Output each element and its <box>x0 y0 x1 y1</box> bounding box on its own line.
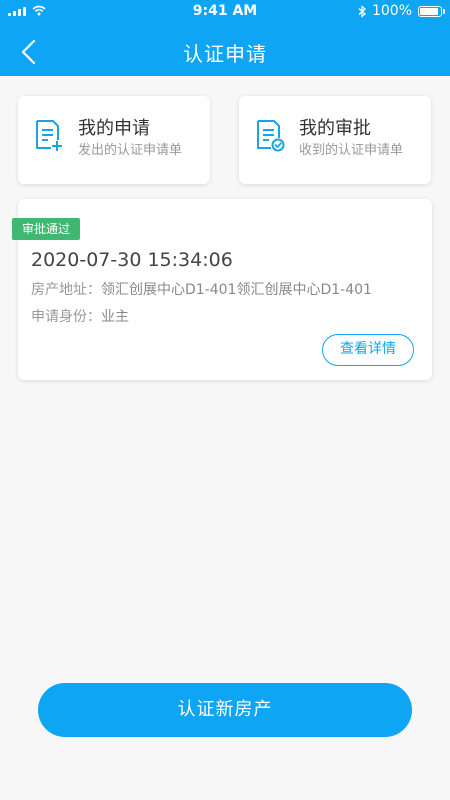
document-check-icon <box>257 120 285 152</box>
my-applications-card[interactable]: 我的申请 发出的认证申请单 <box>18 96 210 184</box>
identity-label: 申请身份： <box>31 309 101 325</box>
page-title: 认证申请 <box>183 42 267 66</box>
my-approvals-card[interactable]: 我的审批 收到的认证申请单 <box>239 96 431 184</box>
identity-value: 业主 <box>101 309 129 325</box>
view-details-button[interactable]: 查看详情 <box>322 334 414 366</box>
entry-subtitle: 收到的认证申请单 <box>299 143 404 158</box>
bluetooth-icon <box>358 4 366 18</box>
entry-title: 我的申请 <box>78 118 150 139</box>
record-datetime: 2020-07-30 15:34:06 <box>31 249 233 271</box>
address-label: 房产地址： <box>31 282 101 298</box>
document-add-icon <box>36 120 62 151</box>
app-header: 9:41 AM 100% 认证申请 <box>0 0 450 76</box>
battery-percentage: 100% <box>371 3 412 19</box>
status-bar: 9:41 AM 100% <box>0 0 450 24</box>
entry-title: 我的审批 <box>299 118 371 139</box>
entry-subtitle: 发出的认证申请单 <box>78 143 183 158</box>
status-badge: 审批通过 <box>12 218 81 240</box>
application-record-card[interactable]: 审批通过 2020-07-30 15:34:06 房产地址：领汇创展中心D1-4… <box>12 199 432 380</box>
address-value: 领汇创展中心D1-401领汇创展中心D1-401 <box>101 282 372 298</box>
certify-new-property-button[interactable]: 认证新房产 <box>38 683 412 737</box>
applicant-identity: 申请身份：业主 <box>31 306 423 326</box>
status-right: 100% <box>358 3 445 19</box>
battery-icon <box>418 5 445 17</box>
property-address: 房产地址：领汇创展中心D1-401领汇创展中心D1-401 <box>31 279 423 299</box>
